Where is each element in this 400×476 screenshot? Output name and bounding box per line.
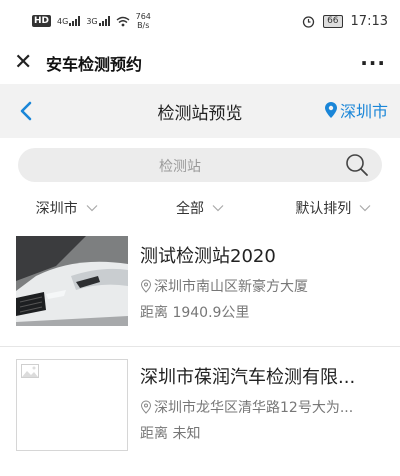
station-distance: 距离 1940.9公里 [140,305,250,321]
chevron-down-icon [212,205,224,212]
station-photo [16,236,128,326]
filter-sort-label: 默认排列 [295,201,352,217]
network-speed: 764 B/s [136,12,151,30]
filter-sort[interactable]: 默认排列 [267,198,400,218]
speed-value: 764 [135,12,151,21]
hd-icon: HD [32,15,52,27]
app-title: 安车检测预约 [46,55,143,74]
clock: 17:13 [350,13,388,29]
search-icon[interactable] [344,152,370,178]
filter-city-label: 深圳市 [35,201,78,217]
speed-unit: B/s [137,21,150,30]
image-placeholder-icon [21,364,39,378]
network-4g-label: 4G [57,17,69,26]
chevron-down-icon [86,205,98,212]
more-icon[interactable]: ··· [360,51,386,75]
status-left: HD 4G 3G 764 B/s [32,12,151,30]
search-wrap: 检测站 [0,138,400,182]
station-name: 深圳市葆润汽车检测有限... [140,367,356,388]
car-image [16,236,128,326]
back-arrow-icon[interactable] [18,98,34,124]
station-distance: 距离 未知 [140,426,201,442]
list-item[interactable]: 深圳市葆润汽车检测有限... 深圳市龙华区清华路12号大为... 距离 未知 [0,346,400,456]
alarm-icon [302,15,315,28]
city-label: 深圳市 [339,102,388,121]
station-address: 深圳市龙华区清华路12号大为... [140,397,384,417]
station-address-text: 深圳市龙华区清华路12号大为... [154,400,354,416]
filter-category[interactable]: 全部 [133,198,266,218]
search-placeholder: 检测站 [159,159,201,175]
station-photo-placeholder [16,359,128,451]
status-bar: HD 4G 3G 764 B/s 66 17:13 [0,0,400,42]
location-pin-icon [324,102,337,118]
search-input[interactable]: 检测站 [18,148,382,182]
chevron-down-icon [359,205,371,212]
filter-bar: 深圳市 全部 默认排列 [0,182,400,234]
filter-city[interactable]: 深圳市 [0,198,133,218]
signal-3g-icon: 3G [86,16,110,26]
title-bar: ✕ 安车检测预约 ··· [0,42,400,84]
city-selector[interactable]: 深圳市 [324,98,388,122]
signal-4g-icon: 4G [57,16,81,26]
station-address-text: 深圳市南山区新豪方大厦 [154,279,308,295]
status-right: 66 17:13 [302,14,388,29]
network-3g-label: 3G [86,17,98,26]
wifi-icon [116,16,130,26]
location-pin-icon [140,279,152,293]
nav-bar: 检测站预览 深圳市 [0,84,400,138]
station-name: 测试检测站2020 [140,246,276,267]
list-item[interactable]: 测试检测站2020 深圳市南山区新豪方大厦 距离 1940.9公里 [0,236,400,346]
station-info: 测试检测站2020 深圳市南山区新豪方大厦 距离 1940.9公里 [140,236,384,346]
station-info: 深圳市葆润汽车检测有限... 深圳市龙华区清华路12号大为... 距离 未知 [140,359,384,456]
close-icon[interactable]: ✕ [14,52,36,74]
filter-category-label: 全部 [175,201,204,217]
location-pin-icon [140,400,152,414]
station-address: 深圳市南山区新豪方大厦 [140,276,384,296]
battery-icon: 66 [323,14,343,28]
